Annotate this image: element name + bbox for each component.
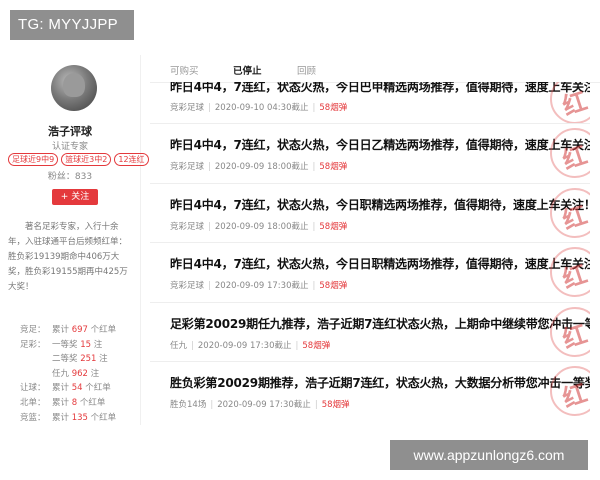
article-price: 58烟弹: [319, 162, 348, 172]
article-title[interactable]: 昨日4中4，7连红，状态火热，今日职精选两场推荐，值得期待，速度上车关注！: [170, 196, 590, 213]
article-title[interactable]: 胜负彩第20029期推荐，浩子近期7连红，状态火热，大数据分析带您冲击一等奖！: [170, 374, 590, 391]
red-stamp-icon: 红: [550, 306, 590, 357]
red-stamp-icon: 红: [550, 247, 590, 297]
stat-row: 竞足： 累计 697 个红单: [20, 323, 140, 338]
follow-button[interactable]: + 关注: [52, 189, 98, 205]
avatar[interactable]: [51, 65, 97, 111]
stat-row: 北单： 累计 8 个红单: [20, 396, 140, 411]
article-title[interactable]: 足彩第20029期任九推荐，浩子近期7连红状态火热，上期命中继续带您冲击一等奖！: [170, 315, 590, 332]
article-price: 58烟弹: [319, 103, 348, 113]
stat-row: 让球： 累计 54 个红单: [20, 381, 140, 396]
stat-row: 二等奖 251 注: [20, 352, 140, 367]
article-meta: 竞彩足球 | 2020-09-09 18:00截止 | 58烟弹: [170, 221, 348, 232]
record-tag: 12连红: [114, 153, 149, 166]
article-category: 竞彩足球: [170, 221, 205, 232]
tab-stopped[interactable]: 已停止: [233, 63, 262, 77]
article-category: 竞彩足球: [170, 162, 205, 172]
red-stamp-icon: 红: [550, 128, 590, 178]
record-tag: 篮球近3中2: [61, 153, 112, 166]
stat-detail: 累计 54 个红单: [52, 383, 111, 394]
article-item[interactable]: 胜负彩第20029期推荐，浩子近期7连红，状态火热，大数据分析带您冲击一等奖！ …: [150, 362, 590, 421]
tab-available[interactable]: 可购买: [170, 63, 199, 77]
article-item[interactable]: 昨日4中4，7连红，状态火热，今日日乙精选两场推荐，值得期待，速度上车关注！ 竞…: [150, 124, 590, 184]
article-title[interactable]: 昨日4中4，7连红，状态火热，今日日乙精选两场推荐，值得期待，速度上车关注！: [170, 136, 590, 153]
red-stamp-icon: 红: [550, 187, 590, 238]
stat-detail: 累计 135 个红单: [52, 412, 117, 423]
article-category: 竞彩足球: [170, 103, 205, 113]
article-deadline: 2020-09-10 04:30截止: [214, 103, 309, 113]
stat-category: 北单：: [20, 397, 46, 408]
stat-row: 任九 962 注: [20, 367, 140, 382]
record-tag: 足球近9中9: [8, 153, 59, 166]
article-meta: 竞彩足球 | 2020-09-10 04:30截止 | 58烟弹: [170, 103, 348, 113]
article-price: 58烟弹: [321, 400, 350, 410]
tg-watermark: TG: MYYJJPP: [10, 10, 134, 40]
verified-label: 认证专家: [51, 142, 88, 152]
stat-detail: 累计 8 个红单: [52, 397, 106, 408]
article-meta: 竞彩足球 | 2020-09-09 18:00截止 | 58烟弹: [170, 162, 348, 172]
tab-review[interactable]: 回顾: [297, 63, 316, 77]
stats-list: 竞足： 累计 697 个红单 足彩： 一等奖 15 注 二等奖 251 注 任九…: [20, 323, 140, 425]
article-title[interactable]: 昨日4中4，7连红，状态火热，今日巴甲精选两场推荐，值得期待，速度上车关注！: [170, 82, 590, 95]
article-item[interactable]: 昨日4中4，7连红，状态火热，今日职精选两场推荐，值得期待，速度上车关注！ 竞彩…: [150, 184, 590, 243]
stat-detail: 二等奖 251 注: [52, 354, 108, 365]
article-category: 竞彩足球: [170, 281, 205, 291]
article-tabs: 可购买 已停止 回顾: [150, 55, 600, 83]
red-stamp-icon: 红: [550, 366, 590, 416]
article-price: 58烟弹: [302, 340, 331, 351]
stat-category: 竞篮：: [20, 412, 46, 423]
stat-detail: 任九 962 注: [52, 368, 100, 379]
site-watermark: www.appzunlongz6.com: [390, 440, 588, 470]
article-price: 58烟弹: [319, 221, 348, 232]
fans-count: 粉丝：833: [47, 172, 93, 182]
article-category: 胜负14场: [170, 400, 207, 410]
expert-bio: 著名足彩专家，入行十余年，入驻球通平台后频频红单：胜负彩19139期命中406万…: [8, 222, 128, 292]
avatar-figure: [63, 73, 85, 97]
stat-row: 足彩： 一等奖 15 注: [20, 338, 140, 353]
article-deadline: 2020-09-09 17:30截止: [197, 340, 292, 351]
article-deadline: 2020-09-09 18:00截止: [214, 162, 309, 172]
stat-detail: 累计 697 个红单: [52, 325, 117, 335]
article-deadline: 2020-09-09 17:30截止: [217, 400, 311, 410]
stat-row: 竞篮： 累计 135 个红单: [20, 411, 140, 426]
expert-sidebar: 浩子评球 认证专家 足球近9中9 篮球近3中2 12连红 粉丝：833 + 关注…: [0, 55, 149, 425]
red-stamp-icon: 红: [550, 82, 590, 123]
article-meta: 竞彩足球 | 2020-09-09 17:30截止 | 58烟弹: [170, 281, 348, 291]
article-deadline: 2020-09-09 18:00截止: [214, 221, 309, 232]
stat-category: 让球：: [20, 383, 46, 394]
article-price: 58烟弹: [319, 281, 348, 291]
article-list: 昨日4中4，7连红，状态火热，今日巴甲精选两场推荐，值得期待，速度上车关注！ 竞…: [150, 82, 590, 421]
stat-category: 竞足：: [20, 325, 46, 335]
article-meta: 胜负14场 | 2020-09-09 17:30截止 | 58烟弹: [170, 400, 350, 410]
record-tags: 足球近9中9 篮球近3中2 12连红: [8, 153, 149, 166]
stat-detail: 一等奖 15 注: [52, 339, 103, 350]
article-item[interactable]: 足彩第20029期任九推荐，浩子近期7连红状态火热，上期命中继续带您冲击一等奖！…: [150, 303, 590, 362]
article-meta: 任九 | 2020-09-09 17:30截止 | 58烟弹: [170, 340, 331, 351]
article-item[interactable]: 昨日4中4，7连红，状态火热，今日日职精选两场推荐，值得期待，速度上车关注！ 竞…: [150, 243, 590, 303]
stat-category: 足彩：: [20, 339, 46, 350]
article-category: 任九: [170, 340, 188, 351]
article-deadline: 2020-09-09 17:30截止: [214, 281, 309, 291]
expert-name[interactable]: 浩子评球: [0, 123, 140, 139]
article-title[interactable]: 昨日4中4，7连红，状态火热，今日日职精选两场推荐，值得期待，速度上车关注！: [170, 255, 590, 272]
article-item[interactable]: 昨日4中4，7连红，状态火热，今日巴甲精选两场推荐，值得期待，速度上车关注！ 竞…: [150, 82, 590, 124]
